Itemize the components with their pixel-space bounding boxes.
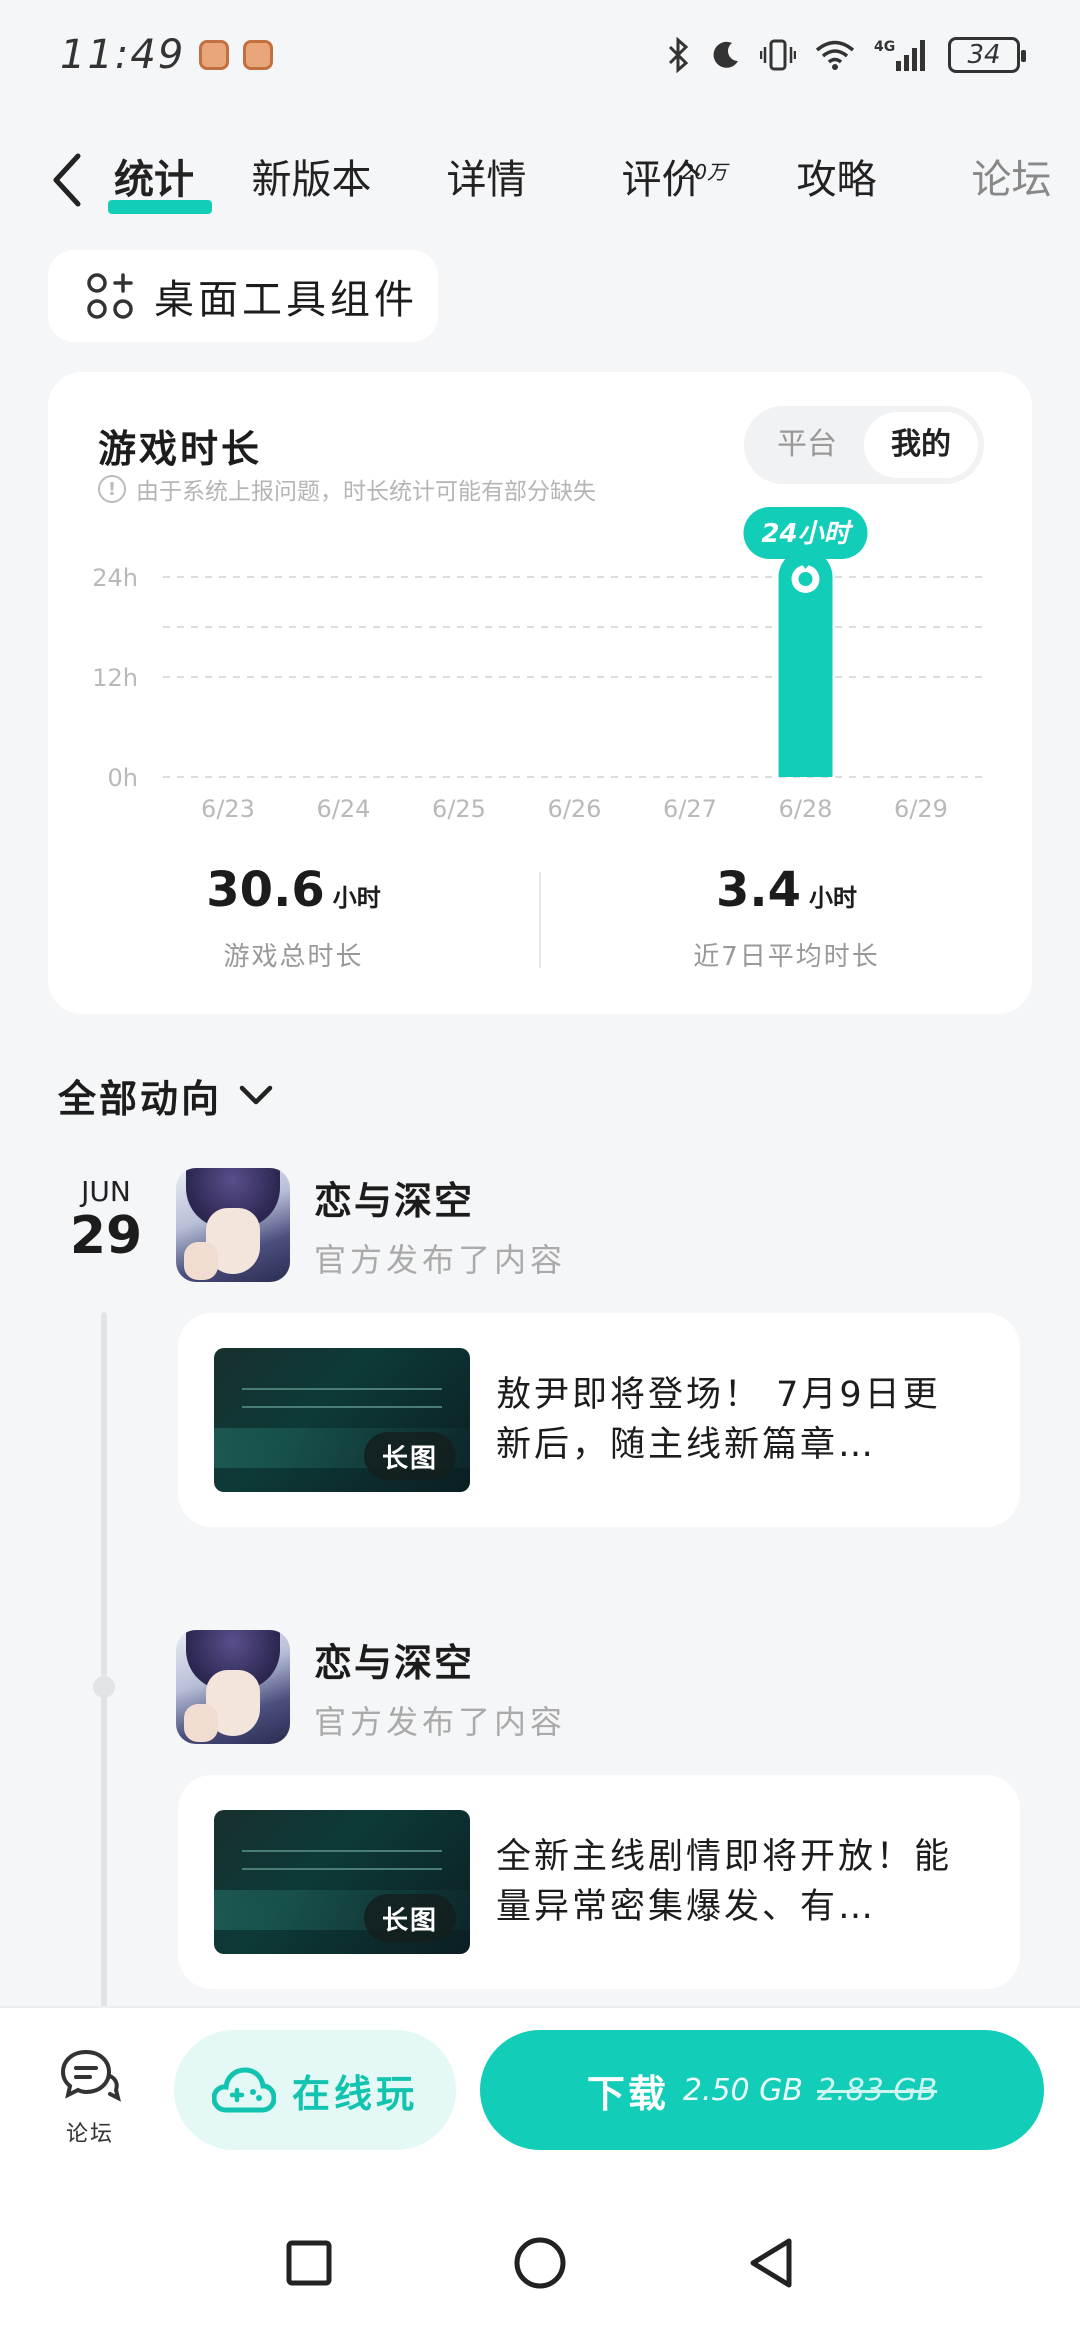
download-button[interactable]: 下载 2.50 GB 2.83 GB xyxy=(480,2030,1044,2150)
activity-filter-dropdown[interactable]: 全部动向 xyxy=(58,1068,274,1123)
status-bar: 11:49 4G 34 xyxy=(0,0,1080,110)
timeline-day: 29 xyxy=(69,1206,143,1266)
total-playtime-caption: 游戏总时长 xyxy=(223,942,364,972)
battery-indicator: 34 xyxy=(948,37,1026,73)
timeline-month: JUN xyxy=(81,1175,131,1208)
playtime-bar-chart: 0h 12h 24h 6/23 6/24 6/25 6/26 6/27 6/28 24小时 6/29 xyxy=(92,507,988,823)
bluetooth-icon xyxy=(668,37,689,73)
post-text: 敖尹即将登场！ 7月9日更新后，随主线新篇章… xyxy=(496,1375,941,1465)
long-image-badge: 长图 xyxy=(364,1894,456,1942)
post-text: 全新主线剧情即将开放！能量异常密集爆发、有… xyxy=(496,1837,953,1927)
play-online-button[interactable]: 在线玩 xyxy=(174,2030,456,2150)
average-playtime-caption: 近7日平均时长 xyxy=(693,942,880,972)
play-online-label: 在线玩 xyxy=(291,2071,418,2116)
bottom-action-bar: 论坛 在线玩 下载 2.50 GB 2.83 GB xyxy=(0,2006,1080,2186)
chat-bubble-icon xyxy=(60,2049,121,2102)
download-old-size: 2.83 GB xyxy=(817,2072,938,2108)
total-playtime-value: 30.6 xyxy=(206,862,325,918)
back-icon[interactable] xyxy=(50,150,84,210)
tab-bar: 统计 新版本 详情 评价 20万 攻略 论坛 xyxy=(108,140,1080,220)
system-navigation-bar xyxy=(0,2186,1080,2340)
tab-stats[interactable]: 统计 xyxy=(108,140,224,220)
playtime-stats-card: 游戏时长 ! 由于系统上报问题，时长统计可能有部分缺失 平台 我的 0h 12h 2… xyxy=(48,372,1032,1014)
forum-button[interactable]: 论坛 xyxy=(40,2048,140,2148)
y-tick-label: 0h xyxy=(108,764,138,792)
wifi-icon xyxy=(815,40,855,70)
x-tick-label: 6/28 xyxy=(779,795,833,823)
toggle-mine[interactable]: 我的 xyxy=(864,412,978,478)
chevron-down-icon xyxy=(239,1085,273,1104)
tab-details[interactable]: 详情 xyxy=(399,140,574,220)
y-tick-label: 24h xyxy=(92,564,138,592)
post-thumbnail: 长图 xyxy=(214,1810,470,1954)
notification-app-icon xyxy=(243,40,274,70)
post-card[interactable]: 长图 敖尹即将登场！ 7月9日更新后，随主线新篇章… xyxy=(178,1313,1020,1527)
post-author: 恋与深空 xyxy=(314,1640,475,1685)
post-header[interactable]: 恋与深空 官方发布了内容 xyxy=(176,1168,566,1282)
stats-note: ! 由于系统上报问题，时长统计可能有部分缺失 xyxy=(98,472,596,506)
post-action: 官方发布了内容 xyxy=(314,1240,567,1279)
x-tick-label: 6/29 xyxy=(894,795,948,823)
download-size: 2.50 GB xyxy=(682,2072,803,2108)
stats-scope-toggle: 平台 我的 xyxy=(744,406,984,484)
back-nav-icon[interactable] xyxy=(747,2237,795,2289)
tab-forum[interactable]: 论坛 xyxy=(924,140,1080,220)
timeline-line xyxy=(101,1312,107,2012)
x-tick-label: 6/27 xyxy=(663,795,717,823)
stats-summary: 30.6 小时 游戏总时长 3.4 小时 近7日平均时长 xyxy=(48,862,1032,982)
notification-app-icon xyxy=(199,40,230,70)
download-label: 下载 xyxy=(586,2071,669,2116)
average-playtime-value: 3.4 xyxy=(715,862,802,918)
post-thumbnail: 长图 xyxy=(214,1348,470,1492)
total-playtime: 30.6 小时 游戏总时长 xyxy=(48,862,539,982)
x-tick-label: 6/24 xyxy=(317,795,371,823)
cloud-gamepad-icon xyxy=(211,2067,276,2113)
status-time: 11:49 xyxy=(60,32,186,78)
home-icon[interactable] xyxy=(513,2236,567,2290)
average-playtime: 3.4 小时 近7日平均时长 xyxy=(541,862,1032,982)
review-count-badge: 20万 xyxy=(681,160,727,184)
bar-marker-dot xyxy=(798,572,813,586)
x-tick-label: 6/26 xyxy=(548,795,602,823)
top-navigation: 统计 新版本 详情 评价 20万 攻略 论坛 xyxy=(0,130,1080,230)
average-playtime-unit: 小时 xyxy=(809,884,858,912)
tab-reviews[interactable]: 评价 20万 xyxy=(574,140,749,220)
svg-text:4G: 4G xyxy=(874,39,895,55)
total-playtime-unit: 小时 xyxy=(332,884,381,912)
avatar xyxy=(176,1630,290,1744)
post-card[interactable]: 长图 全新主线剧情即将开放！能量异常密集爆发、有… xyxy=(178,1775,1020,1989)
widget-button-label: 桌面工具组件 xyxy=(154,277,418,323)
stats-title: 游戏时长 xyxy=(98,427,263,471)
x-tick-label: 6/25 xyxy=(432,795,486,823)
post-header[interactable]: 恋与深空 官方发布了内容 xyxy=(176,1630,566,1744)
timeline-dot xyxy=(93,1676,115,1698)
info-icon: ! xyxy=(98,475,126,503)
y-tick-label: 12h xyxy=(92,664,138,692)
tab-guides[interactable]: 攻略 xyxy=(749,140,924,220)
long-image-badge: 长图 xyxy=(364,1432,456,1480)
x-tick-label: 6/23 xyxy=(201,795,255,823)
recent-apps-icon[interactable] xyxy=(285,2239,333,2287)
post-action: 官方发布了内容 xyxy=(314,1702,567,1741)
tab-new-version[interactable]: 新版本 xyxy=(224,140,399,220)
avatar xyxy=(176,1168,290,1282)
activity-filter-label: 全部动向 xyxy=(58,1077,223,1121)
signal-4g-icon: 4G xyxy=(874,39,925,71)
desktop-widget-button[interactable]: 桌面工具组件 xyxy=(48,250,438,342)
bar-callout-label: 24小时 xyxy=(761,519,853,549)
timeline-date: JUN 29 xyxy=(66,1175,146,1264)
toggle-platform[interactable]: 平台 xyxy=(750,412,864,478)
vibrate-icon xyxy=(760,39,796,71)
moon-icon xyxy=(713,41,738,68)
forum-button-label: 论坛 xyxy=(65,2122,114,2147)
widget-grid-icon xyxy=(87,273,133,319)
post-author: 恋与深空 xyxy=(314,1178,475,1223)
